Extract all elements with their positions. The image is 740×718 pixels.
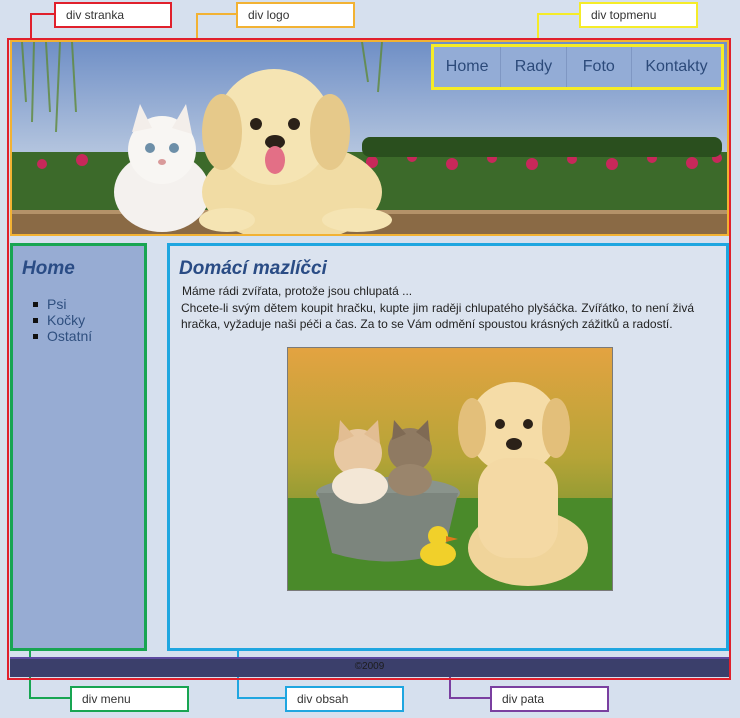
content-title: Domácí mazlíčci xyxy=(179,258,327,279)
side-menu: Home Psi Kočky Ostatní xyxy=(10,243,147,651)
label-stranka: div stranka xyxy=(54,2,172,28)
label-menu: div menu xyxy=(70,686,189,712)
leader-logo-v xyxy=(196,13,198,40)
leader-pata xyxy=(449,697,490,699)
top-menu: Home Rady Foto Kontakty xyxy=(431,44,724,90)
leader-obsah xyxy=(237,697,285,699)
content-body: Chcete-li svým dětem koupit hračku, kupt… xyxy=(181,301,694,331)
label-topmenu: div topmenu xyxy=(579,2,698,28)
sidebar-item-ostatni[interactable]: Ostatní xyxy=(33,328,144,344)
label-pata: div pata xyxy=(490,686,609,712)
leader-stranka xyxy=(30,13,54,15)
sidebar-title[interactable]: Home xyxy=(22,258,144,280)
leader-stranka-v xyxy=(30,13,32,39)
label-obsah: div obsah xyxy=(285,686,404,712)
sidebar-item-psi[interactable]: Psi xyxy=(33,296,144,312)
leader-topmenu xyxy=(537,13,579,15)
topmenu-item-home[interactable]: Home xyxy=(434,47,502,87)
topmenu-item-rady[interactable]: Rady xyxy=(501,47,567,87)
sidebar-item-kocky[interactable]: Kočky xyxy=(33,312,144,328)
footer-copyright: ©2009 xyxy=(354,661,385,672)
topmenu-item-kontakty[interactable]: Kontakty xyxy=(632,47,721,87)
topmenu-item-foto[interactable]: Foto xyxy=(567,47,632,87)
content-area: Domácí mazlíčci Máme rádi zvířata, proto… xyxy=(167,243,729,651)
leader-menu xyxy=(29,697,70,699)
leader-logo xyxy=(196,13,236,15)
footer: ©2009 xyxy=(10,657,729,677)
label-logo: div logo xyxy=(236,2,355,28)
sidebar-list: Psi Kočky Ostatní xyxy=(13,296,144,344)
pets-photo xyxy=(287,347,613,591)
content-intro: Máme rádi zvířata, protože jsou chlupatá… xyxy=(182,284,413,298)
